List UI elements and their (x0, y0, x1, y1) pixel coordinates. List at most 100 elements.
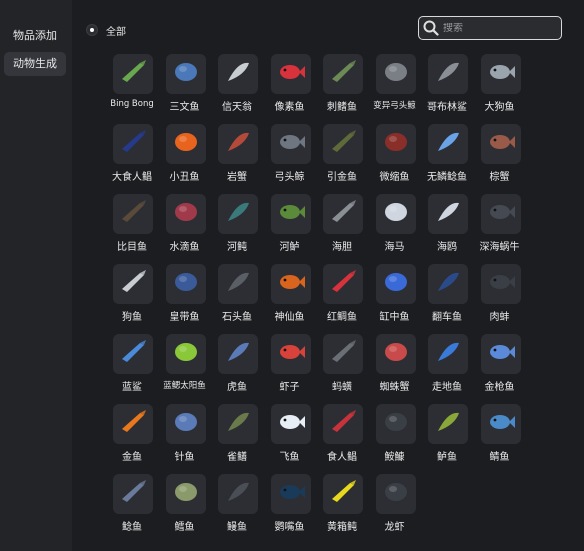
animal-tile[interactable] (113, 474, 153, 514)
animal-tile[interactable] (323, 194, 363, 234)
animal-tile[interactable] (375, 124, 416, 164)
animal-item[interactable]: 蓝鳃太阳鱼 (159, 332, 211, 396)
animal-tile[interactable] (218, 334, 258, 374)
animal-tile[interactable] (428, 124, 468, 164)
animal-item[interactable]: 河鲀 (211, 192, 263, 256)
animal-tile[interactable] (218, 194, 258, 234)
animal-tile[interactable] (113, 194, 153, 234)
animal-tile[interactable] (428, 194, 468, 234)
animal-tile[interactable] (480, 264, 521, 304)
animal-tile[interactable] (165, 334, 206, 374)
animal-tile[interactable] (323, 264, 363, 304)
animal-item[interactable]: 蜘蛛蟹 (369, 332, 421, 396)
animal-item[interactable]: 鳕鱼 (159, 472, 211, 536)
animal-item[interactable]: 棕蟹 (474, 122, 526, 186)
animal-tile[interactable] (375, 474, 416, 514)
animal-item[interactable]: 引金鱼 (316, 122, 368, 186)
animal-tile[interactable] (375, 194, 416, 234)
animal-item[interactable]: 无鳞鲶鱼 (421, 122, 473, 186)
animal-item[interactable]: 海马 (369, 192, 421, 256)
animal-item[interactable]: 皇带鱼 (159, 262, 211, 326)
animal-item[interactable]: Bing Bong (106, 52, 158, 116)
animal-item[interactable]: 石头鱼 (211, 262, 263, 326)
animal-tile[interactable] (270, 404, 311, 444)
animal-item[interactable]: 金鱼 (106, 402, 158, 466)
animal-tile[interactable] (323, 124, 363, 164)
animal-tile[interactable] (270, 334, 311, 374)
filter-radio[interactable] (86, 24, 98, 36)
animal-tile[interactable] (480, 334, 521, 374)
animal-tile[interactable] (480, 404, 521, 444)
animal-item[interactable]: 像素鱼 (264, 52, 316, 116)
animal-item[interactable]: 食人鲳 (316, 402, 368, 466)
search-input[interactable] (443, 22, 543, 34)
animal-tile[interactable] (323, 334, 363, 374)
animal-tile[interactable] (375, 54, 416, 94)
animal-tile[interactable] (218, 404, 258, 444)
animal-tile[interactable] (113, 334, 153, 374)
animal-item[interactable]: 小丑鱼 (159, 122, 211, 186)
animal-item[interactable]: 虾子 (264, 332, 316, 396)
animal-tile[interactable] (480, 194, 521, 234)
animal-item[interactable]: 翻车鱼 (421, 262, 473, 326)
animal-tile[interactable] (165, 124, 206, 164)
animal-item[interactable]: 大食人鲳 (106, 122, 158, 186)
animal-tile[interactable] (218, 124, 258, 164)
animal-item[interactable]: 水滴鱼 (159, 192, 211, 256)
animal-tile[interactable] (165, 54, 206, 94)
animal-item[interactable]: 飞鱼 (264, 402, 316, 466)
animal-tile[interactable] (270, 194, 311, 234)
animal-tile[interactable] (323, 54, 363, 94)
animal-item[interactable]: 鳗鱼 (211, 472, 263, 536)
animal-tile[interactable] (323, 474, 363, 514)
animal-item[interactable]: 龙虾 (369, 472, 421, 536)
animal-tile[interactable] (113, 404, 153, 444)
animal-item[interactable]: 神仙鱼 (264, 262, 316, 326)
animal-item[interactable]: 黄箱鲀 (316, 472, 368, 536)
animal-tile[interactable] (165, 474, 206, 514)
search-box[interactable] (418, 16, 562, 40)
animal-item[interactable]: 海鸥 (421, 192, 473, 256)
animal-item[interactable]: 河鲈 (264, 192, 316, 256)
animal-tile[interactable] (113, 54, 153, 94)
animal-item[interactable]: 三文鱼 (159, 52, 211, 116)
animal-item[interactable]: 鲶鱼 (106, 472, 158, 536)
animal-tile[interactable] (480, 54, 521, 94)
animal-item[interactable]: 鹦嘴鱼 (264, 472, 316, 536)
animal-tile[interactable] (218, 264, 258, 304)
animal-item[interactable]: 海胆 (316, 192, 368, 256)
animal-tile[interactable] (428, 404, 468, 444)
animal-tile[interactable] (113, 124, 153, 164)
animal-item[interactable]: 信天翁 (211, 52, 263, 116)
animal-tile[interactable] (270, 264, 311, 304)
animal-tile[interactable] (270, 474, 311, 514)
animal-item[interactable]: 雀鳝 (211, 402, 263, 466)
animal-item[interactable]: 鲭鱼 (474, 402, 526, 466)
animal-tile[interactable] (165, 194, 206, 234)
animal-tile[interactable] (428, 54, 468, 94)
animal-item[interactable]: 狗鱼 (106, 262, 158, 326)
sidebar-item-add-items[interactable]: 物品添加 (4, 24, 66, 48)
animal-item[interactable]: 缸中鱼 (369, 262, 421, 326)
animal-item[interactable]: 微缩鱼 (369, 122, 421, 186)
animal-tile[interactable] (270, 54, 311, 94)
animal-tile[interactable] (375, 404, 416, 444)
animal-item[interactable]: 针鱼 (159, 402, 211, 466)
animal-item[interactable]: 红鲷鱼 (316, 262, 368, 326)
animal-item[interactable]: 比目鱼 (106, 192, 158, 256)
animal-tile[interactable] (165, 264, 206, 304)
animal-tile[interactable] (270, 124, 311, 164)
animal-tile[interactable] (323, 404, 363, 444)
sidebar-item-spawn-animals[interactable]: 动物生成 (4, 52, 66, 76)
animal-item[interactable]: 深海蜗牛 (474, 192, 526, 256)
animal-tile[interactable] (113, 264, 153, 304)
animal-item[interactable]: 蚂蟥 (316, 332, 368, 396)
animal-item[interactable]: 蓝鲨 (106, 332, 158, 396)
animal-item[interactable]: 变异弓头鲸 (369, 52, 421, 116)
animal-item[interactable]: 弓头鲸 (264, 122, 316, 186)
filter-all[interactable]: 全部 (86, 22, 126, 38)
animal-tile[interactable] (218, 54, 258, 94)
animal-item[interactable]: 走地鱼 (421, 332, 473, 396)
animal-tile[interactable] (218, 474, 258, 514)
animal-item[interactable]: 鮟鱇 (369, 402, 421, 466)
